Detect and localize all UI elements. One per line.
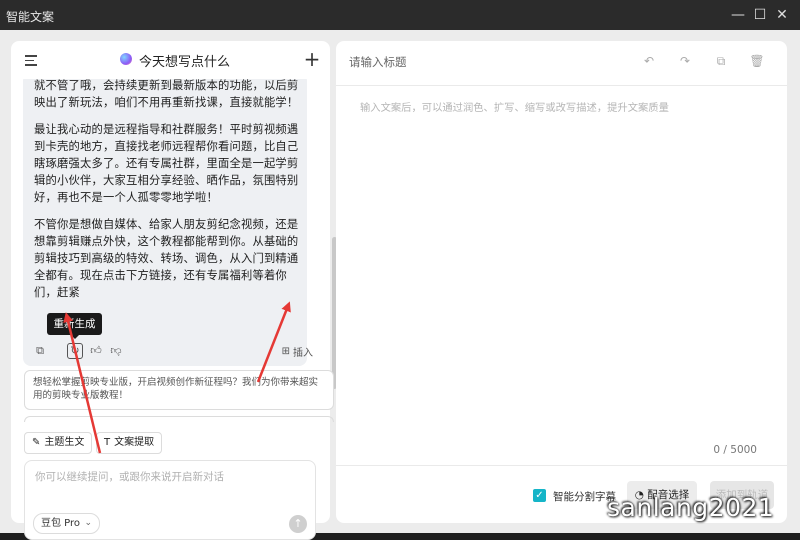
smart-split-checkbox[interactable]: ✓ (533, 489, 546, 502)
undo-icon[interactable]: ↶ (641, 53, 657, 69)
divider (336, 85, 787, 86)
thumbs-up-icon[interactable]: 👍︎ (89, 344, 103, 358)
close-icon[interactable]: ✕ (772, 5, 792, 25)
model-select[interactable]: 豆包 Pro ⌄ (33, 513, 100, 534)
title-input[interactable] (349, 51, 609, 73)
regenerate-tooltip: 重新生成 (47, 313, 102, 339)
topic-generate-chip[interactable]: ✎ 主题生文 (24, 432, 93, 454)
suggestion-card[interactable]: 想轻松掌握剪映专业版，开启视频创作新征程吗？我们为你带来超实用的剪映专业版教程！ (24, 370, 334, 410)
window-title: 智能文案 (6, 10, 55, 24)
menu-icon[interactable] (25, 55, 37, 66)
chevron-down-icon: ⌄ (84, 518, 92, 528)
chip-label: 文案提取 (114, 437, 155, 448)
copy-icon[interactable]: ⧉ (33, 344, 47, 358)
assistant-logo-icon (120, 53, 132, 65)
insert-label: 插入 (293, 348, 313, 359)
message-paragraph: 不管你是想做自媒体、给家人朋友剪纪念视频，还是想靠剪辑赚点外快，这个教程都能帮到… (34, 218, 299, 299)
text-extract-chip[interactable]: T 文案提取 (96, 432, 163, 454)
redo-icon[interactable]: ↷ (677, 53, 693, 69)
insert-button[interactable]: ⊞ 插入 (282, 344, 313, 359)
watermark: sanlang2021 (607, 493, 775, 522)
maximize-icon[interactable]: ☐ (750, 5, 770, 25)
editor-toolbar: ↶ ↷ ⧉ 🗑︎ (641, 53, 771, 69)
message-paragraph: 最让我心动的是远程指导和社群服务！平时剪视频遇到卡壳的地方，直接找老师远程帮你看… (34, 123, 299, 204)
suggestion-card-partial[interactable] (24, 416, 334, 422)
new-chat-button[interactable]: + (302, 47, 322, 71)
thumbs-down-icon[interactable]: 👎︎ (109, 344, 123, 358)
window-titlebar: 智能文案 — ☐ ✕ (0, 0, 800, 30)
body-input[interactable] (360, 99, 770, 439)
message-actions: ⧉ ↻ 👍︎ 👎︎ ⊞ 插入 (33, 343, 313, 360)
chat-input[interactable] (35, 469, 305, 509)
trash-icon[interactable]: 🗑︎ (749, 53, 765, 69)
message-text: 就不管了哦，会持续更新到最新版本的功能，以后剪映出了新玩法，咱们不用再重新找课，… (34, 79, 300, 305)
send-button[interactable]: ↑ (289, 515, 307, 533)
regenerate-icon[interactable]: ↻ (67, 343, 83, 359)
copy-icon[interactable]: ⧉ (713, 53, 729, 69)
chip-label: 主题生文 (44, 437, 85, 448)
divider (336, 465, 787, 466)
model-label: 豆包 Pro (41, 518, 81, 529)
assistant-title: 今天想写点什么 (139, 55, 231, 70)
editor-panel: ↶ ↷ ⧉ 🗑︎ 0 / 5000 ✓ 智能分割字幕 ◔ 配音选择 添加到轨道 (336, 41, 787, 523)
message-paragraph: 就不管了哦，会持续更新到最新版本的功能，以后剪映出了新玩法，咱们不用再重新找课，… (34, 79, 299, 109)
workspace: 今天想写点什么 + 就不管了哦，会持续更新到最新版本的功能，以后剪映出了新玩法，… (0, 30, 800, 540)
assistant-header: 今天想写点什么 + (11, 41, 330, 79)
text-icon: T (104, 437, 111, 448)
pen-icon: ✎ (32, 437, 41, 448)
char-counter: 0 / 5000 (713, 444, 757, 456)
insert-icon: ⊞ (281, 346, 290, 357)
chat-input-box: 豆包 Pro ⌄ ↑ (24, 460, 316, 540)
minimize-icon[interactable]: — (728, 5, 748, 25)
